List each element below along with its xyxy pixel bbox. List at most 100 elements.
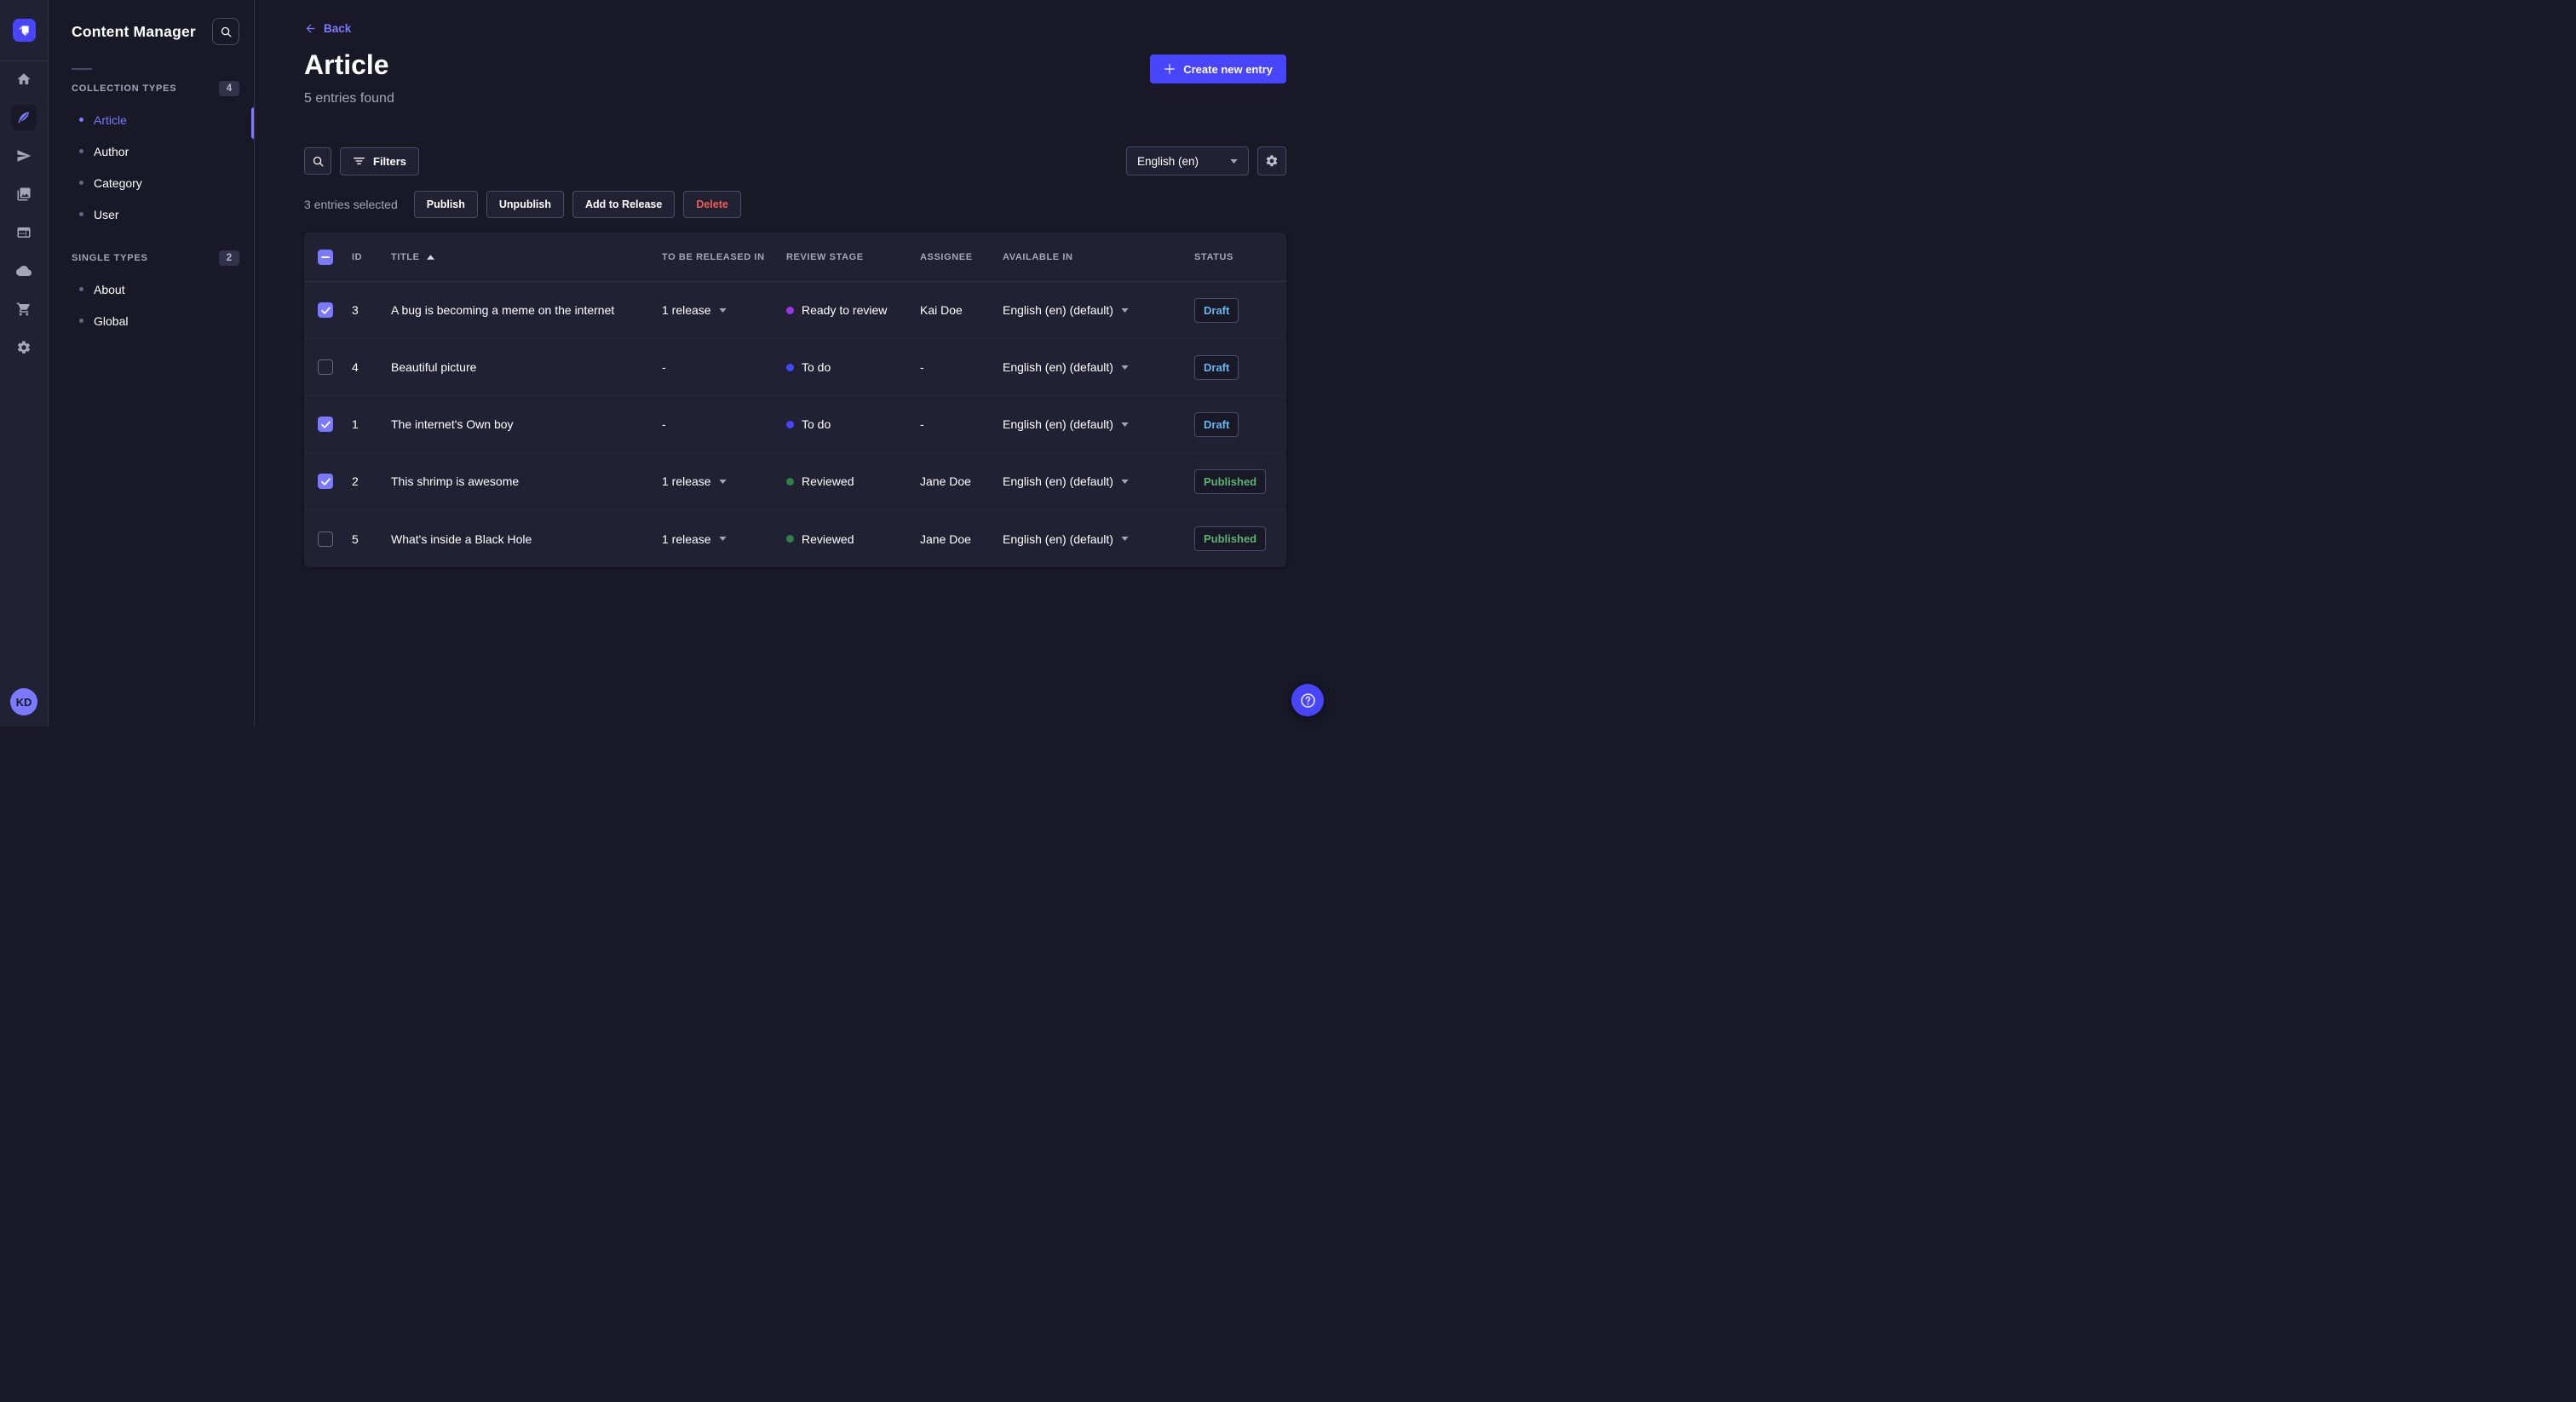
table-row[interactable]: 3 A bug is becoming a meme on the intern… — [304, 282, 1286, 339]
strapi-logo-icon[interactable] — [12, 19, 36, 42]
locale-value: English (en) — [1137, 154, 1199, 168]
cell-review-stage: Ready to review — [786, 303, 920, 317]
status-badge: Draft — [1194, 297, 1239, 323]
create-new-entry-button[interactable]: Create new entry — [1150, 55, 1286, 83]
rail-item-media-library[interactable] — [11, 181, 37, 207]
unpublish-button[interactable]: Unpublish — [486, 191, 564, 218]
entries-count-subtitle: 5 entries found — [304, 91, 394, 106]
cell-release: - — [662, 360, 666, 374]
search-button[interactable] — [304, 147, 331, 175]
column-header-assignee[interactable]: ASSIGNEE — [920, 252, 1003, 262]
column-header-status[interactable]: STATUS — [1194, 252, 1273, 262]
rail-item-content-type-builder[interactable] — [11, 220, 37, 245]
chevron-down-icon — [719, 308, 727, 313]
cell-id: 5 — [352, 531, 359, 546]
release-dropdown[interactable]: 1 release — [662, 303, 786, 317]
toolbar: Filters English (en) — [304, 147, 1286, 175]
add-to-release-button[interactable]: Add to Release — [572, 191, 676, 218]
locale-cell-dropdown[interactable]: English (en) (default) — [1003, 417, 1194, 431]
column-header-review-stage[interactable]: REVIEW STAGE — [786, 252, 920, 262]
sidebar-search-button[interactable] — [212, 18, 239, 45]
rail-item-content-manager[interactable] — [11, 105, 37, 130]
check-icon — [321, 307, 331, 314]
rail-item-releases[interactable] — [11, 143, 37, 169]
table-row[interactable]: 4 Beautiful picture - To do - English (e… — [304, 339, 1286, 396]
chevron-down-icon — [1121, 365, 1129, 370]
locale-cell-dropdown[interactable]: English (en) (default) — [1003, 303, 1194, 317]
release-dropdown[interactable]: 1 release — [662, 532, 786, 546]
row-checkbox[interactable] — [318, 474, 333, 489]
sidebar-item-article[interactable]: Article — [49, 104, 254, 135]
user-avatar[interactable]: KD — [10, 688, 37, 715]
rail-item-cloud[interactable] — [11, 258, 37, 284]
search-icon — [220, 26, 233, 38]
rail-item-settings[interactable] — [11, 335, 37, 360]
logo-area — [0, 0, 48, 61]
row-checkbox[interactable] — [318, 302, 333, 318]
stage-dot-icon — [786, 535, 794, 543]
cell-title: A bug is becoming a meme on the internet — [391, 303, 615, 317]
cell-title: This shrimp is awesome — [391, 474, 520, 488]
bullet-icon — [79, 118, 83, 122]
cell-id: 2 — [352, 474, 359, 488]
bullet-icon — [79, 212, 83, 216]
cell-id: 3 — [352, 303, 359, 317]
status-badge: Draft — [1194, 411, 1239, 437]
filters-button[interactable]: Filters — [340, 147, 420, 175]
feather-icon — [16, 110, 32, 125]
chevron-down-icon — [1121, 308, 1129, 313]
row-checkbox[interactable] — [318, 531, 333, 547]
locale-cell-dropdown[interactable]: English (en) (default) — [1003, 360, 1194, 374]
sidebar-item-category[interactable]: Category — [49, 167, 254, 198]
table-row[interactable]: 1 The internet's Own boy - To do - Engli… — [304, 396, 1286, 453]
column-header-available-in[interactable]: AVAILABLE IN — [1003, 252, 1194, 262]
rail-item-marketplace[interactable] — [11, 296, 37, 322]
section-count-badge: 4 — [219, 81, 239, 96]
check-icon — [321, 421, 331, 428]
check-icon — [321, 478, 331, 486]
chevron-down-icon — [719, 480, 727, 484]
question-circle-icon — [1299, 692, 1317, 710]
gear-icon — [1265, 154, 1279, 168]
section-count-badge: 2 — [219, 250, 239, 266]
help-button[interactable] — [1291, 684, 1324, 716]
cell-review-stage: Reviewed — [786, 532, 920, 546]
column-header-id[interactable]: ID — [352, 252, 391, 262]
rail-item-home[interactable] — [11, 66, 37, 92]
chevron-down-icon — [1230, 159, 1238, 164]
sidebar-title: Content Manager — [72, 22, 196, 40]
sidebar-item-about[interactable]: About — [49, 273, 254, 305]
rail-nav — [11, 66, 37, 360]
row-checkbox[interactable] — [318, 417, 333, 432]
sidebar-item-global[interactable]: Global — [49, 305, 254, 336]
sidebar-item-label: Global — [94, 313, 129, 328]
locale-dropdown[interactable]: English (en) — [1126, 147, 1249, 175]
row-checkbox[interactable] — [318, 359, 333, 375]
publish-button[interactable]: Publish — [413, 191, 478, 218]
locale-cell-dropdown[interactable]: English (en) (default) — [1003, 532, 1194, 546]
back-link[interactable]: Back — [304, 22, 351, 35]
sidebar-item-user[interactable]: User — [49, 198, 254, 230]
column-header-title[interactable]: TITLE — [391, 252, 662, 262]
table-header-row: ID TITLE TO BE RELEASED IN REVIEW STAGE … — [304, 233, 1286, 282]
cell-release: - — [662, 417, 666, 431]
status-badge: Draft — [1194, 354, 1239, 380]
cell-review-stage: Reviewed — [786, 474, 920, 488]
release-dropdown[interactable]: 1 release — [662, 474, 786, 488]
select-all-checkbox[interactable] — [318, 249, 333, 265]
cell-id: 4 — [352, 360, 359, 374]
cloud-icon — [16, 263, 32, 279]
table-row[interactable]: 5 What's inside a Black Hole 1 release R… — [304, 510, 1286, 567]
chevron-down-icon — [1121, 537, 1129, 541]
locale-cell-dropdown[interactable]: English (en) (default) — [1003, 474, 1194, 488]
cell-review-stage: To do — [786, 417, 920, 431]
bullet-icon — [79, 319, 83, 323]
delete-button[interactable]: Delete — [683, 191, 741, 218]
table-row[interactable]: 2 This shrimp is awesome 1 release Revie… — [304, 453, 1286, 510]
view-settings-button[interactable] — [1257, 147, 1286, 175]
chevron-down-icon — [1121, 422, 1129, 427]
home-icon — [16, 72, 32, 87]
sidebar-item-author[interactable]: Author — [49, 135, 254, 167]
column-header-release[interactable]: TO BE RELEASED IN — [662, 252, 786, 262]
chevron-down-icon — [719, 537, 727, 541]
